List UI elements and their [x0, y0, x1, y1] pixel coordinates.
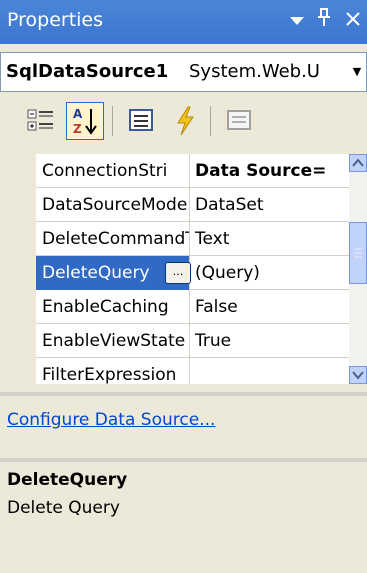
property-row-selected[interactable]: DeleteQuery (Query) ... — [36, 256, 349, 290]
property-row[interactable]: DataSourceMode DataSet — [36, 188, 349, 222]
property-row[interactable]: FilterExpression — [36, 358, 349, 384]
commands-pane: Configure Data Source... — [0, 396, 367, 456]
object-name: SqlDataSource1 — [6, 61, 169, 82]
property-value[interactable]: Text — [191, 222, 349, 256]
description-pane: DeleteQuery Delete Query — [0, 462, 367, 573]
ellipsis-button[interactable]: ... — [165, 262, 191, 284]
property-value[interactable]: True — [191, 324, 349, 358]
property-grid: ConnectionStri Data Source= DataSourceMo… — [0, 154, 367, 384]
scroll-down-icon[interactable] — [349, 366, 367, 384]
property-pages-icon[interactable] — [220, 102, 258, 140]
property-name: DeleteCommandType — [36, 222, 190, 256]
categorized-icon[interactable] — [22, 102, 60, 140]
property-name: EnableViewState — [36, 324, 190, 358]
object-selector[interactable]: SqlDataSource1 System.Web.U ▼ — [0, 52, 367, 92]
lightning-events-icon[interactable] — [166, 102, 204, 140]
property-row[interactable]: DeleteCommandType Text — [36, 222, 349, 256]
property-row[interactable]: ConnectionStri Data Source= — [36, 154, 349, 188]
property-value[interactable]: (Query) — [191, 256, 349, 290]
property-row[interactable]: EnableCaching False — [36, 290, 349, 324]
svg-text:Z: Z — [73, 122, 82, 136]
alphabetical-sort-icon[interactable]: A Z — [66, 102, 104, 140]
scroll-up-icon[interactable] — [349, 154, 367, 172]
toolbar: A Z — [0, 96, 367, 148]
property-row[interactable]: EnableViewState True — [36, 324, 349, 358]
configure-data-source-link[interactable]: Configure Data Source... — [7, 410, 215, 430]
property-value[interactable]: False — [191, 290, 349, 324]
properties-icon[interactable] — [122, 102, 160, 140]
property-value[interactable]: DataSet — [191, 188, 349, 222]
window-position-dropdown-icon[interactable] — [283, 6, 311, 36]
property-name: ConnectionStri — [36, 154, 190, 188]
window-title: Properties — [7, 9, 104, 31]
pin-icon[interactable] — [310, 6, 338, 36]
vertical-scrollbar[interactable] — [349, 154, 367, 384]
property-value[interactable] — [191, 358, 349, 384]
title-bar: Properties — [0, 0, 367, 44]
property-value[interactable]: Data Source= — [191, 154, 349, 188]
description-title: DeleteQuery — [7, 470, 128, 490]
property-name: FilterExpression — [36, 358, 190, 384]
property-name: DataSourceMode — [36, 188, 190, 222]
scrollbar-thumb[interactable] — [349, 222, 367, 284]
svg-text:A: A — [73, 107, 83, 121]
close-icon[interactable] — [339, 6, 367, 36]
property-name: EnableCaching — [36, 290, 190, 324]
object-type: System.Web.U — [189, 61, 320, 82]
description-text: Delete Query — [7, 498, 120, 518]
chevron-down-icon[interactable]: ▼ — [348, 53, 366, 91]
